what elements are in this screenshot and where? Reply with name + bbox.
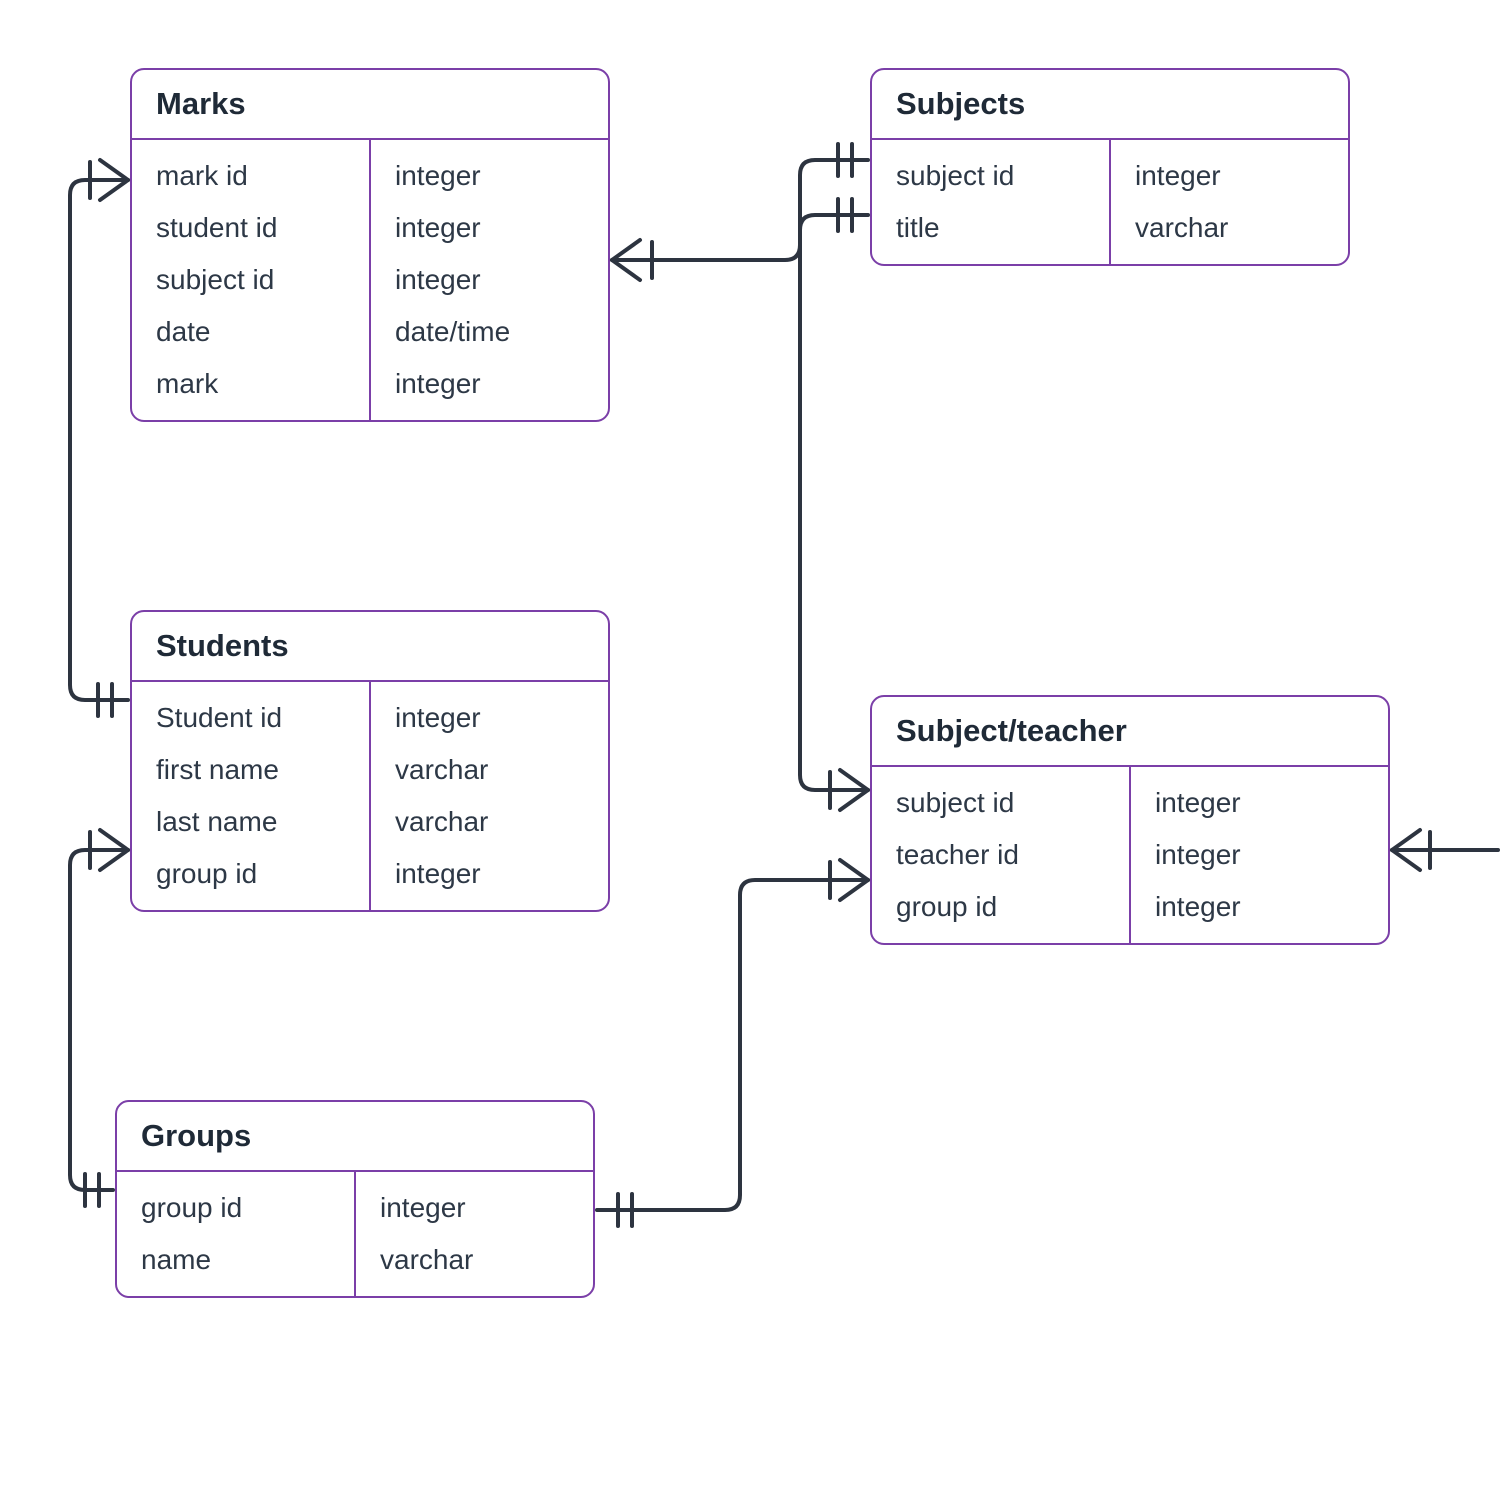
field-type: integer — [1131, 777, 1388, 829]
field-type: varchar — [356, 1234, 593, 1286]
field-type: integer — [371, 358, 608, 410]
field-name: group id — [132, 848, 369, 900]
field-name: mark — [132, 358, 369, 410]
entity-marks-title: Marks — [132, 70, 608, 140]
entity-subject-teacher: Subject/teacher subject id teacher id gr… — [870, 695, 1390, 945]
field-type: integer — [371, 254, 608, 306]
field-name: first name — [132, 744, 369, 796]
entity-marks: Marks mark id student id subject id date… — [130, 68, 610, 422]
field-name: subject id — [872, 777, 1129, 829]
field-name: subject id — [132, 254, 369, 306]
entity-subjects: Subjects subject id title integer varcha… — [870, 68, 1350, 266]
field-type: integer — [1131, 829, 1388, 881]
entity-groups: Groups group id name integer varchar — [115, 1100, 595, 1298]
field-name: mark id — [132, 150, 369, 202]
entity-subject-teacher-title: Subject/teacher — [872, 697, 1388, 767]
field-name: Student id — [132, 692, 369, 744]
field-type: integer — [371, 150, 608, 202]
field-name: group id — [117, 1182, 354, 1234]
field-name: subject id — [872, 150, 1109, 202]
field-type: integer — [1111, 150, 1348, 202]
entity-groups-title: Groups — [117, 1102, 593, 1172]
field-name: student id — [132, 202, 369, 254]
field-type: integer — [356, 1182, 593, 1234]
field-type: integer — [1131, 881, 1388, 933]
field-type: integer — [371, 848, 608, 900]
field-name: teacher id — [872, 829, 1129, 881]
field-name: last name — [132, 796, 369, 848]
field-type: integer — [371, 692, 608, 744]
field-type: varchar — [371, 744, 608, 796]
entity-students: Students Student id first name last name… — [130, 610, 610, 912]
field-name: title — [872, 202, 1109, 254]
field-type: varchar — [371, 796, 608, 848]
field-name: name — [117, 1234, 354, 1286]
entity-subjects-title: Subjects — [872, 70, 1348, 140]
field-name: date — [132, 306, 369, 358]
field-type: integer — [371, 202, 608, 254]
field-type: varchar — [1111, 202, 1348, 254]
entity-students-title: Students — [132, 612, 608, 682]
field-type: date/time — [371, 306, 608, 358]
field-name: group id — [872, 881, 1129, 933]
